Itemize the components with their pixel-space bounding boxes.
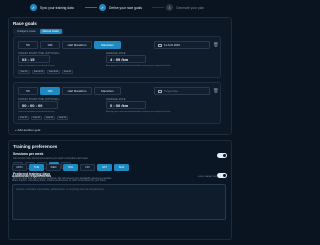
goal-mode-tabs: Intelligent Goals Manual Goals bbox=[13, 28, 63, 35]
calendar-icon bbox=[158, 44, 162, 47]
character-counter: 0/500 CHARACTERS bbox=[198, 176, 219, 178]
goal-card: 5K 10K Half Marathon Marathon Target dat… bbox=[13, 82, 221, 124]
race-date-input[interactable]: 11 Avril 2026 bbox=[154, 41, 210, 49]
quick-time-chip[interactable]: Sub 40 bbox=[31, 116, 42, 120]
distance-half-marathon[interactable]: Half Marathon bbox=[62, 87, 92, 95]
additional-requirements-label: Additional requirements bbox=[12, 174, 51, 178]
step-2-check-icon: ✓ bbox=[99, 4, 106, 11]
race-goals-panel: Race goals Intelligent Goals Manual Goal… bbox=[8, 17, 232, 135]
step-3-number: 3 bbox=[166, 4, 173, 11]
day-sun[interactable]: SUN bbox=[114, 164, 129, 171]
goal-card: 5K 10K Half Marathon Marathon 11 Avril 2… bbox=[13, 36, 221, 78]
race-date-value: 11 Avril 2026 bbox=[164, 43, 180, 47]
day-thu[interactable]: THU bbox=[63, 164, 78, 171]
quick-time-chip[interactable]: Sub 3h30 bbox=[47, 70, 60, 74]
quick-time-chip[interactable]: Sub 45 bbox=[44, 116, 55, 120]
distance-5k[interactable]: 5K bbox=[18, 87, 38, 95]
distance-marathon[interactable]: Marathon bbox=[94, 87, 121, 95]
quick-time-chip[interactable]: Sub 35 bbox=[18, 116, 29, 120]
tab-manual-goals[interactable]: Manual Goals bbox=[39, 29, 62, 34]
step-1-check-icon: ✓ bbox=[30, 4, 37, 11]
race-date-input[interactable]: Target date bbox=[154, 87, 210, 95]
quick-time-chip[interactable]: Sub 50 bbox=[57, 116, 68, 120]
quick-time-chip[interactable]: Sub 4h bbox=[62, 70, 73, 74]
sessions-desc: Tell us how many structured sessions you… bbox=[13, 157, 89, 160]
distance-marathon[interactable]: Marathon bbox=[94, 41, 121, 49]
sessions-toggle[interactable] bbox=[217, 153, 227, 158]
quick-time-chip[interactable]: Sub 3h bbox=[18, 70, 30, 74]
average-pace-input[interactable]: 4 : 59 /km bbox=[106, 55, 146, 63]
stepper-connector bbox=[85, 7, 97, 8]
average-pace-input[interactable]: 0 : 00 /km bbox=[106, 101, 146, 109]
distance-10k[interactable]: 10K bbox=[40, 41, 60, 49]
delete-goal-icon[interactable]: 🗑 bbox=[213, 88, 219, 94]
step-2-label: Define your race goals bbox=[109, 5, 142, 10]
day-sat[interactable]: SAT bbox=[97, 164, 112, 171]
distance-10k[interactable]: 10K bbox=[40, 87, 60, 95]
distance-half-marathon[interactable]: Half Marathon bbox=[62, 41, 92, 49]
step-generate[interactable]: 3 Generate your plan bbox=[166, 4, 204, 11]
step-3-label: Generate your plan bbox=[176, 5, 205, 10]
target-hint: Leave as estimate so we decide for you bbox=[18, 111, 55, 113]
pace-hint: Average pace and estimated needed to ach… bbox=[106, 65, 171, 67]
target-finish-input[interactable]: 00 : 00 : 00 bbox=[18, 101, 58, 109]
stepper-connector bbox=[152, 7, 164, 8]
target-finish-input[interactable]: 03 : 15 bbox=[18, 55, 50, 63]
race-date-placeholder: Target date bbox=[164, 89, 178, 93]
calendar-icon bbox=[158, 90, 162, 93]
target-hint: Leave as estimate so we decide for you bbox=[18, 65, 55, 67]
training-preferences-title: Training preferences bbox=[13, 144, 58, 149]
delete-goal-icon[interactable]: 🗑 bbox=[213, 42, 219, 48]
tab-intelligent-goals[interactable]: Intelligent Goals bbox=[14, 29, 39, 34]
add-goal-button[interactable]: + Add another goal bbox=[15, 128, 40, 132]
sessions-per-week-label: Sessions per week bbox=[13, 152, 44, 156]
textarea-placeholder: Injuries, schedule constraints, preferen… bbox=[16, 188, 106, 191]
day-tue[interactable]: TUE bbox=[29, 164, 44, 171]
day-wed[interactable]: WED bbox=[46, 164, 61, 171]
quick-time-chip[interactable]: Sub 3h15 bbox=[32, 70, 45, 74]
distance-5k[interactable]: 5K bbox=[18, 41, 38, 49]
step-1-label: Sync your training data bbox=[40, 5, 74, 10]
day-mon[interactable]: MON bbox=[12, 164, 27, 171]
pace-hint: Average pace and estimated needed to ach… bbox=[106, 111, 171, 113]
additional-requirements-desc: Share injuries, scheduling limits, surfa… bbox=[12, 179, 107, 182]
additional-requirements-textarea[interactable]: Injuries, schedule constraints, preferen… bbox=[12, 184, 226, 220]
day-fri[interactable]: FRI bbox=[80, 164, 95, 171]
step-sync[interactable]: ✓ Sync your training data bbox=[30, 4, 74, 11]
step-goals[interactable]: ✓ Define your race goals bbox=[99, 4, 142, 11]
race-goals-title: Race goals bbox=[13, 21, 37, 26]
days-toggle[interactable] bbox=[217, 173, 227, 178]
